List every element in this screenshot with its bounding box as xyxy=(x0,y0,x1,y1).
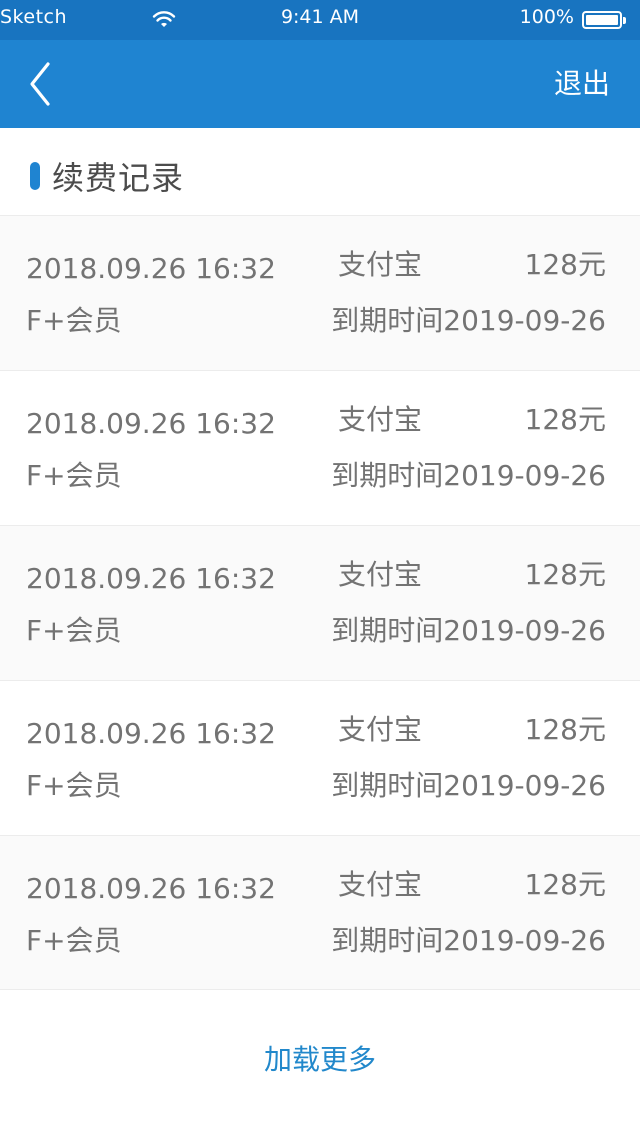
section-header: 续费记录 xyxy=(30,152,184,200)
record-datetime: 2018.09.26 16:32 xyxy=(26,562,276,595)
nav-bar: 退出 xyxy=(0,40,640,128)
record-payment-method: 支付宝 xyxy=(338,403,423,436)
record-row[interactable]: 2018.09.26 16:32 支付宝 128元 F+会员 到期时间2019-… xyxy=(0,680,640,835)
record-amount: 128元 xyxy=(524,248,606,281)
record-expiry: 到期时间2019-09-26 xyxy=(331,459,606,492)
renewal-record-list: 2018.09.26 16:32 支付宝 128元 F+会员 到期时间2019-… xyxy=(0,215,640,990)
logout-button[interactable]: 退出 xyxy=(554,64,610,104)
record-payment-method: 支付宝 xyxy=(338,868,423,901)
record-row[interactable]: 2018.09.26 16:32 支付宝 128元 F+会员 到期时间2019-… xyxy=(0,525,640,680)
record-amount: 128元 xyxy=(524,713,606,746)
record-datetime: 2018.09.26 16:32 xyxy=(26,872,276,905)
record-payment-method: 支付宝 xyxy=(338,713,423,746)
page-title: 续费记录 xyxy=(52,159,185,197)
record-datetime: 2018.09.26 16:32 xyxy=(26,252,276,285)
battery-fill xyxy=(586,15,618,25)
title-accent-bar xyxy=(30,162,40,190)
record-plan: F+会员 xyxy=(26,614,122,647)
record-amount: 128元 xyxy=(524,868,606,901)
battery-icon xyxy=(582,11,626,29)
back-button[interactable] xyxy=(18,58,60,110)
record-datetime: 2018.09.26 16:32 xyxy=(26,407,276,440)
record-row[interactable]: 2018.09.26 16:32 支付宝 128元 F+会员 到期时间2019-… xyxy=(0,215,640,370)
record-amount: 128元 xyxy=(524,403,606,436)
record-expiry: 到期时间2019-09-26 xyxy=(331,924,606,957)
record-payment-method: 支付宝 xyxy=(338,558,423,591)
battery-percent: 100% xyxy=(519,6,574,28)
record-row[interactable]: 2018.09.26 16:32 支付宝 128元 F+会员 到期时间2019-… xyxy=(0,370,640,525)
record-amount: 128元 xyxy=(524,558,606,591)
record-expiry: 到期时间2019-09-26 xyxy=(331,304,606,337)
record-expiry: 到期时间2019-09-26 xyxy=(331,769,606,802)
status-bar: Sketch 9:41 AM 100% xyxy=(0,0,640,40)
record-row[interactable]: 2018.09.26 16:32 支付宝 128元 F+会员 到期时间2019-… xyxy=(0,835,640,990)
record-plan: F+会员 xyxy=(26,459,122,492)
chevron-left-icon xyxy=(30,62,50,106)
record-plan: F+会员 xyxy=(26,769,122,802)
record-plan: F+会员 xyxy=(26,304,122,337)
record-payment-method: 支付宝 xyxy=(338,248,423,281)
record-datetime: 2018.09.26 16:32 xyxy=(26,717,276,750)
record-plan: F+会员 xyxy=(26,924,122,957)
load-more-button[interactable]: 加载更多 xyxy=(0,1040,640,1080)
record-expiry: 到期时间2019-09-26 xyxy=(331,614,606,647)
